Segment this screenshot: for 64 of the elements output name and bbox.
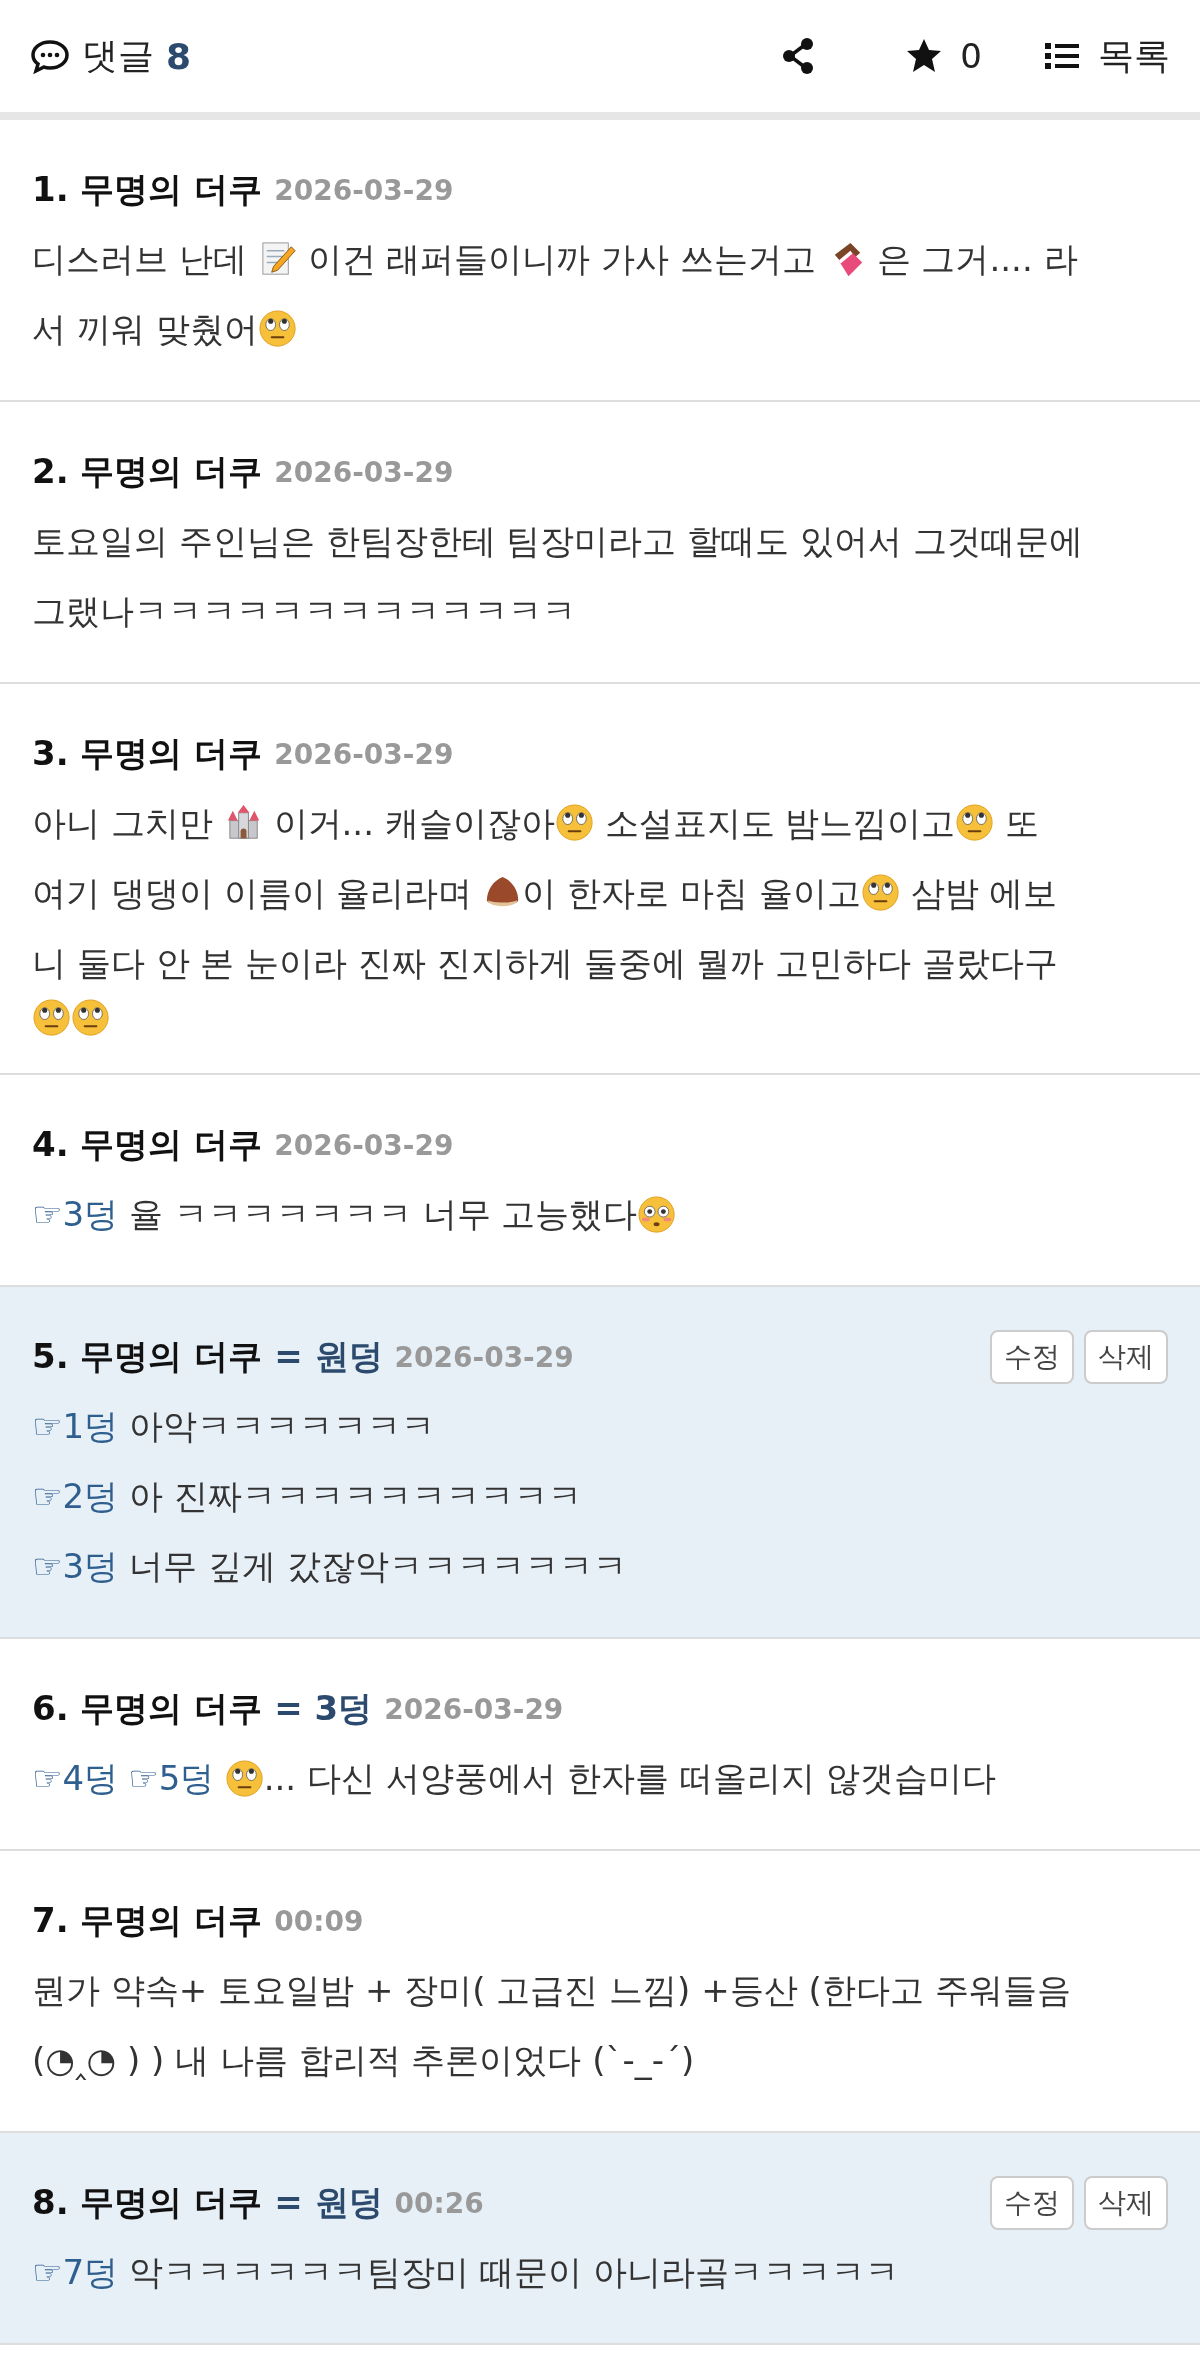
comment-text: 그랬나ㅋㅋㅋㅋㅋㅋㅋㅋㅋㅋㅋㅋㅋ (32, 590, 576, 633)
comment-author: 3. 무명의 더쿠 (32, 732, 263, 775)
comment-text: 악ㅋㅋㅋㅋㅋㅋ팀장미 때문이 아니라곸ㅋㅋㅋㅋㅋ (127, 2251, 899, 2295)
eye-roll-face-icon (955, 803, 995, 843)
comment-date: 00:26 (394, 2186, 484, 2220)
reply-link[interactable]: ☞5덩 (128, 1743, 215, 1814)
comment-text: 너무 깊게 갔잖악ㅋㅋㅋㅋㅋㅋㅋ (127, 1545, 627, 1589)
author-tag: = 원덩 (274, 2180, 383, 2227)
flushed-face-icon (637, 1194, 677, 1234)
comment-text: ... 다신 서양풍에서 한자를 떠올리지 않갯습미다 (263, 1757, 997, 1801)
comment-text: 여기 댕댕이 이름이 율리라며 (32, 872, 474, 915)
comment-date: 00:09 (274, 1904, 364, 1938)
comment-text: 아 진짜ㅋㅋㅋㅋㅋㅋㅋㅋㅋㅋ (127, 1475, 582, 1519)
comment-text: 토요일의 주인님은 한팀장한테 팀장미라고 할때도 있어서 그것때문에 (32, 520, 1083, 563)
eye-roll-face-icon (860, 873, 900, 913)
comment-text: 율 ㅋㅋㅋㅋㅋㅋㅋ 너무 고능했다 (127, 1193, 638, 1237)
comment-author: 1. 무명의 더쿠 (32, 168, 263, 211)
delete-button[interactable]: 삭제 (1084, 2176, 1168, 2231)
eye-roll-face-icon (224, 1758, 264, 1798)
comment-count: 8 (166, 35, 192, 77)
comment-text: 니 둘다 안 본 눈이라 진짜 진지하게 둘중에 뭘까 고민하다 골랐다구 (32, 942, 1059, 985)
reply-link[interactable]: ☞4덩 (32, 1743, 119, 1814)
reply-link[interactable]: ☞3덩 (32, 1531, 119, 1602)
comment-date: 2026-03-29 (274, 737, 454, 771)
comment-date: 2026-03-29 (384, 1692, 564, 1726)
comment-text: 뭔가 약속+ 토요일밤 + 장미( 고급진 느낌) +등산 (한다고 주워들음 (32, 1969, 1071, 2013)
star-count: 0 (960, 36, 982, 76)
comment-date: 2026-03-29 (274, 173, 454, 207)
comment-text: 이건 래퍼들이니까 가사 쓰는거고 (306, 238, 817, 281)
comment-author: 7. 무명의 더쿠 (32, 1899, 263, 1943)
comment-text: (◔‸◔ ) ) 내 나름 합리적 추론이었다 (ˋ-_-ˊ) (32, 2039, 695, 2083)
comment-date: 2026-03-29 (274, 455, 454, 489)
comment-text: 디스러브 난데 (32, 238, 248, 281)
comment-author: 5. 무명의 더쿠 (32, 1335, 263, 1379)
comment-author: 4. 무명의 더쿠 (32, 1123, 263, 1167)
list-label[interactable]: 목록 (1098, 31, 1170, 81)
comment-text: 아니 그치만 (32, 802, 214, 845)
comments-label: 댓글 (82, 33, 154, 78)
reply-link[interactable]: ☞3덩 (32, 1179, 119, 1250)
comment-text: 소설표지도 밤느낌이고 (603, 802, 956, 845)
comment-author: 6. 무명의 더쿠 (32, 1687, 263, 1731)
delete-button[interactable]: 삭제 (1084, 1330, 1168, 1385)
comment-text: 서 끼워 맞췄어 (32, 308, 258, 351)
comment-date: 2026-03-29 (274, 1128, 454, 1162)
comment-text: 이 한자로 마침 율이고 (522, 872, 861, 915)
eye-roll-face-icon (554, 803, 594, 843)
eye-roll-face-icon (257, 309, 297, 349)
reply-link[interactable]: ☞2덩 (32, 1461, 119, 1532)
edit-button[interactable]: 수정 (990, 2176, 1074, 2231)
comment-text: 또 (1004, 802, 1040, 845)
comment-text: 삼밤 에보 (909, 872, 1058, 915)
reply-link[interactable]: ☞7덩 (32, 2237, 119, 2308)
comment-author: 8. 무명의 더쿠 (32, 2181, 263, 2225)
author-tag: = 원덩 (274, 1334, 383, 1381)
comment-text: 아악ㅋㅋㅋㅋㅋㅋㅋ (127, 1405, 435, 1449)
comment-author: 2. 무명의 더쿠 (32, 450, 263, 493)
comment-date: 2026-03-29 (394, 1340, 574, 1374)
reply-link[interactable]: ☞1덩 (32, 1391, 119, 1462)
edit-button[interactable]: 수정 (990, 1330, 1074, 1385)
eye-roll-face-icon (32, 998, 72, 1038)
author-tag: = 3덩 (274, 1686, 373, 1733)
comment-text: 이거... 캐슬이잖아 (272, 802, 555, 845)
comment-text: 은 그거.... 라 (875, 238, 1078, 281)
eye-roll-face-icon (71, 998, 111, 1038)
